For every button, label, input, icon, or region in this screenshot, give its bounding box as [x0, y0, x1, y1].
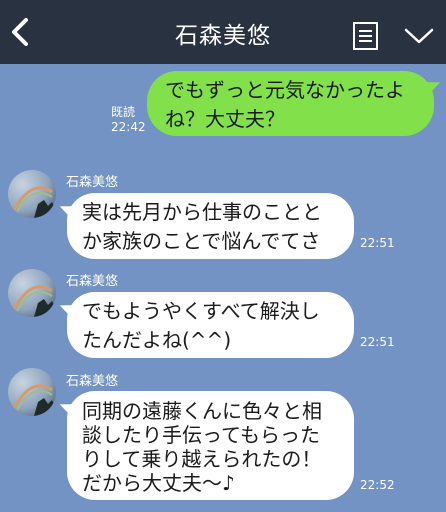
avatar[interactable] — [8, 170, 56, 218]
message-time: 22:51 — [360, 236, 395, 250]
chat-title: 石森美悠 — [175, 23, 271, 49]
message-line: 実は先月から仕事のことと — [82, 200, 322, 224]
chevron-down-icon — [404, 28, 434, 44]
message-time: 22:52 — [360, 478, 395, 492]
note-icon — [353, 22, 378, 50]
sender-name: 石森美悠 — [66, 374, 119, 389]
rainbow-photo-icon — [12, 384, 56, 416]
rainbow-photo-icon — [12, 285, 56, 317]
avatar[interactable] — [8, 368, 56, 416]
received-message-bubble[interactable]: でもようやくすべて解決し たんだよね(^^) — [67, 292, 354, 358]
message-time: 22:42 — [111, 120, 146, 134]
message-line: 談したり手伝ってもらった — [82, 423, 320, 447]
sent-message-bubble[interactable]: でもずっと元気なかったよ ね？大丈夫？ — [147, 71, 434, 136]
read-receipt: 既読 22:42 — [111, 105, 151, 135]
received-message-bubble[interactable]: 実は先月から仕事のことと か家族のことで悩んでてさ — [67, 193, 354, 259]
sender-name: 石森美悠 — [66, 274, 119, 289]
message-line: 同期の遠藤くんに色々と相 — [82, 399, 322, 423]
message-line: ね？大丈夫？ — [165, 107, 285, 131]
header-menu-toggle-button[interactable] — [403, 26, 435, 46]
received-message-bubble[interactable]: 同期の遠藤くんに色々と相 談したり手伝ってもらった りして乗り越えられたの！ だ… — [67, 391, 354, 500]
note-button[interactable] — [352, 21, 379, 51]
avatar[interactable] — [8, 269, 56, 317]
sender-name: 石森美悠 — [66, 175, 119, 190]
chat-header: 石森美悠 — [0, 0, 446, 64]
message-line: か家族のことで悩んでてさ — [82, 229, 321, 253]
message-line: りして乗り越えられたの！ — [82, 447, 322, 471]
message-line: でもようやくすべて解決し — [82, 299, 320, 323]
message-line: たんだよね(^^) — [82, 328, 232, 352]
message-line: でもずっと元気なかったよ — [165, 78, 405, 102]
read-label: 既読 — [111, 105, 136, 119]
message-line: だから大丈夫〜♪ — [82, 471, 235, 495]
rainbow-photo-icon — [12, 186, 56, 218]
message-time: 22:51 — [360, 335, 395, 349]
